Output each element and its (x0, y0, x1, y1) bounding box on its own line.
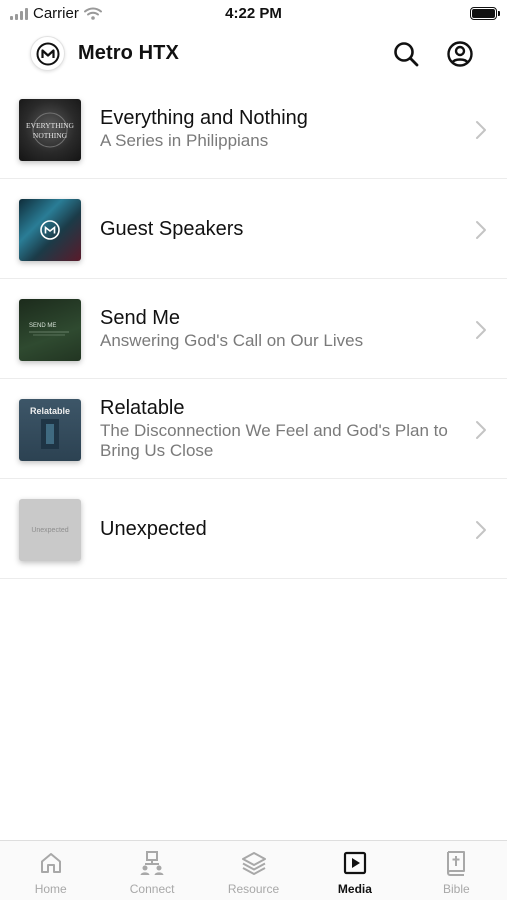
thumbnail-art: Relatable (30, 406, 70, 449)
series-title: Relatable (100, 397, 185, 419)
series-text: Send Me Answering God's Call on Our Live… (100, 279, 463, 378)
series-thumbnail: EVERYTHING NOTHING (19, 99, 81, 161)
tab-label: Connect (129, 882, 175, 896)
series-text: Guest Speakers (100, 179, 463, 278)
thumbnail-art: Unexpected (31, 527, 68, 534)
series-subtitle: A Series in Philippians (100, 131, 269, 150)
series-title: Unexpected (100, 517, 207, 540)
tab-bar: Home Connect Resource Media Bible (0, 840, 507, 900)
chevron-right-icon (476, 321, 486, 339)
battery-icon (470, 7, 500, 20)
search-button[interactable] (391, 39, 421, 69)
series-title: Send Me (100, 307, 181, 329)
home-icon (40, 853, 61, 873)
series-row-everything-and-nothing[interactable]: EVERYTHING NOTHING Everything and Nothin… (0, 79, 507, 179)
thumbnail-text: EVERYTHING (26, 121, 74, 130)
thumbnail-art: SEND ME (29, 323, 69, 336)
series-subtitle: Answering God's Call on Our Lives (100, 331, 364, 350)
metro-logo-icon (36, 42, 59, 65)
series-row-send-me[interactable]: SEND ME Send Me Answering God's Call on … (0, 279, 507, 379)
tab-home[interactable]: Home (0, 841, 101, 900)
series-row-guest-speakers[interactable]: Guest Speakers (0, 179, 507, 279)
series-list: EVERYTHING NOTHING Everything and Nothin… (0, 79, 507, 579)
series-thumbnail (19, 199, 81, 261)
tab-resource[interactable]: Resource (203, 841, 304, 900)
series-title: Everything and Nothing (100, 107, 308, 129)
series-subtitle: The Disconnection We Feel and God's Plan… (100, 421, 448, 460)
tab-label: Resource (227, 882, 280, 896)
layers-icon (241, 852, 266, 875)
tab-label: Home (34, 882, 67, 896)
tab-media[interactable]: Media (304, 841, 405, 900)
series-text: Everything and Nothing A Series in Phili… (100, 79, 463, 178)
bible-icon (447, 851, 466, 876)
series-thumbnail: SEND ME (19, 299, 81, 361)
profile-icon (447, 41, 473, 67)
series-thumbnail: Unexpected (19, 499, 81, 561)
chevron-right-icon (476, 521, 486, 539)
thumbnail-art: EVERYTHING NOTHING (26, 112, 75, 148)
chevron-right-icon (476, 121, 486, 139)
search-icon (394, 42, 419, 67)
chevron-right-icon (476, 421, 486, 439)
series-row-relatable[interactable]: Relatable Relatable The Disconnection We… (0, 379, 507, 479)
tab-bible[interactable]: Bible (406, 841, 507, 900)
play-icon (343, 851, 367, 875)
app-title: Metro HTX (78, 42, 179, 64)
series-thumbnail: Relatable (19, 399, 81, 461)
thumbnail-text: Unexpected (31, 527, 68, 534)
status-bar: Carrier 4:22 PM (0, 0, 507, 28)
metro-logo (30, 36, 65, 71)
app-header: Metro HTX (0, 30, 507, 76)
status-time: 4:22 PM (225, 5, 282, 22)
tab-label: Bible (442, 882, 470, 896)
series-title: Guest Speakers (100, 217, 244, 240)
connect-icon (140, 851, 164, 875)
tab-connect[interactable]: Connect (101, 841, 202, 900)
profile-button[interactable] (445, 39, 475, 69)
tab-label: Media (337, 882, 372, 896)
thumbnail-text: SEND ME (29, 323, 56, 329)
thumbnail-art (40, 220, 60, 240)
chevron-right-icon (476, 221, 486, 239)
series-row-unexpected[interactable]: Unexpected Unexpected (0, 479, 507, 579)
thumbnail-text: Relatable (30, 406, 70, 416)
series-text: Unexpected (100, 479, 463, 578)
series-text: Relatable The Disconnection We Feel and … (100, 379, 463, 478)
svg-text:NOTHING: NOTHING (33, 131, 68, 140)
